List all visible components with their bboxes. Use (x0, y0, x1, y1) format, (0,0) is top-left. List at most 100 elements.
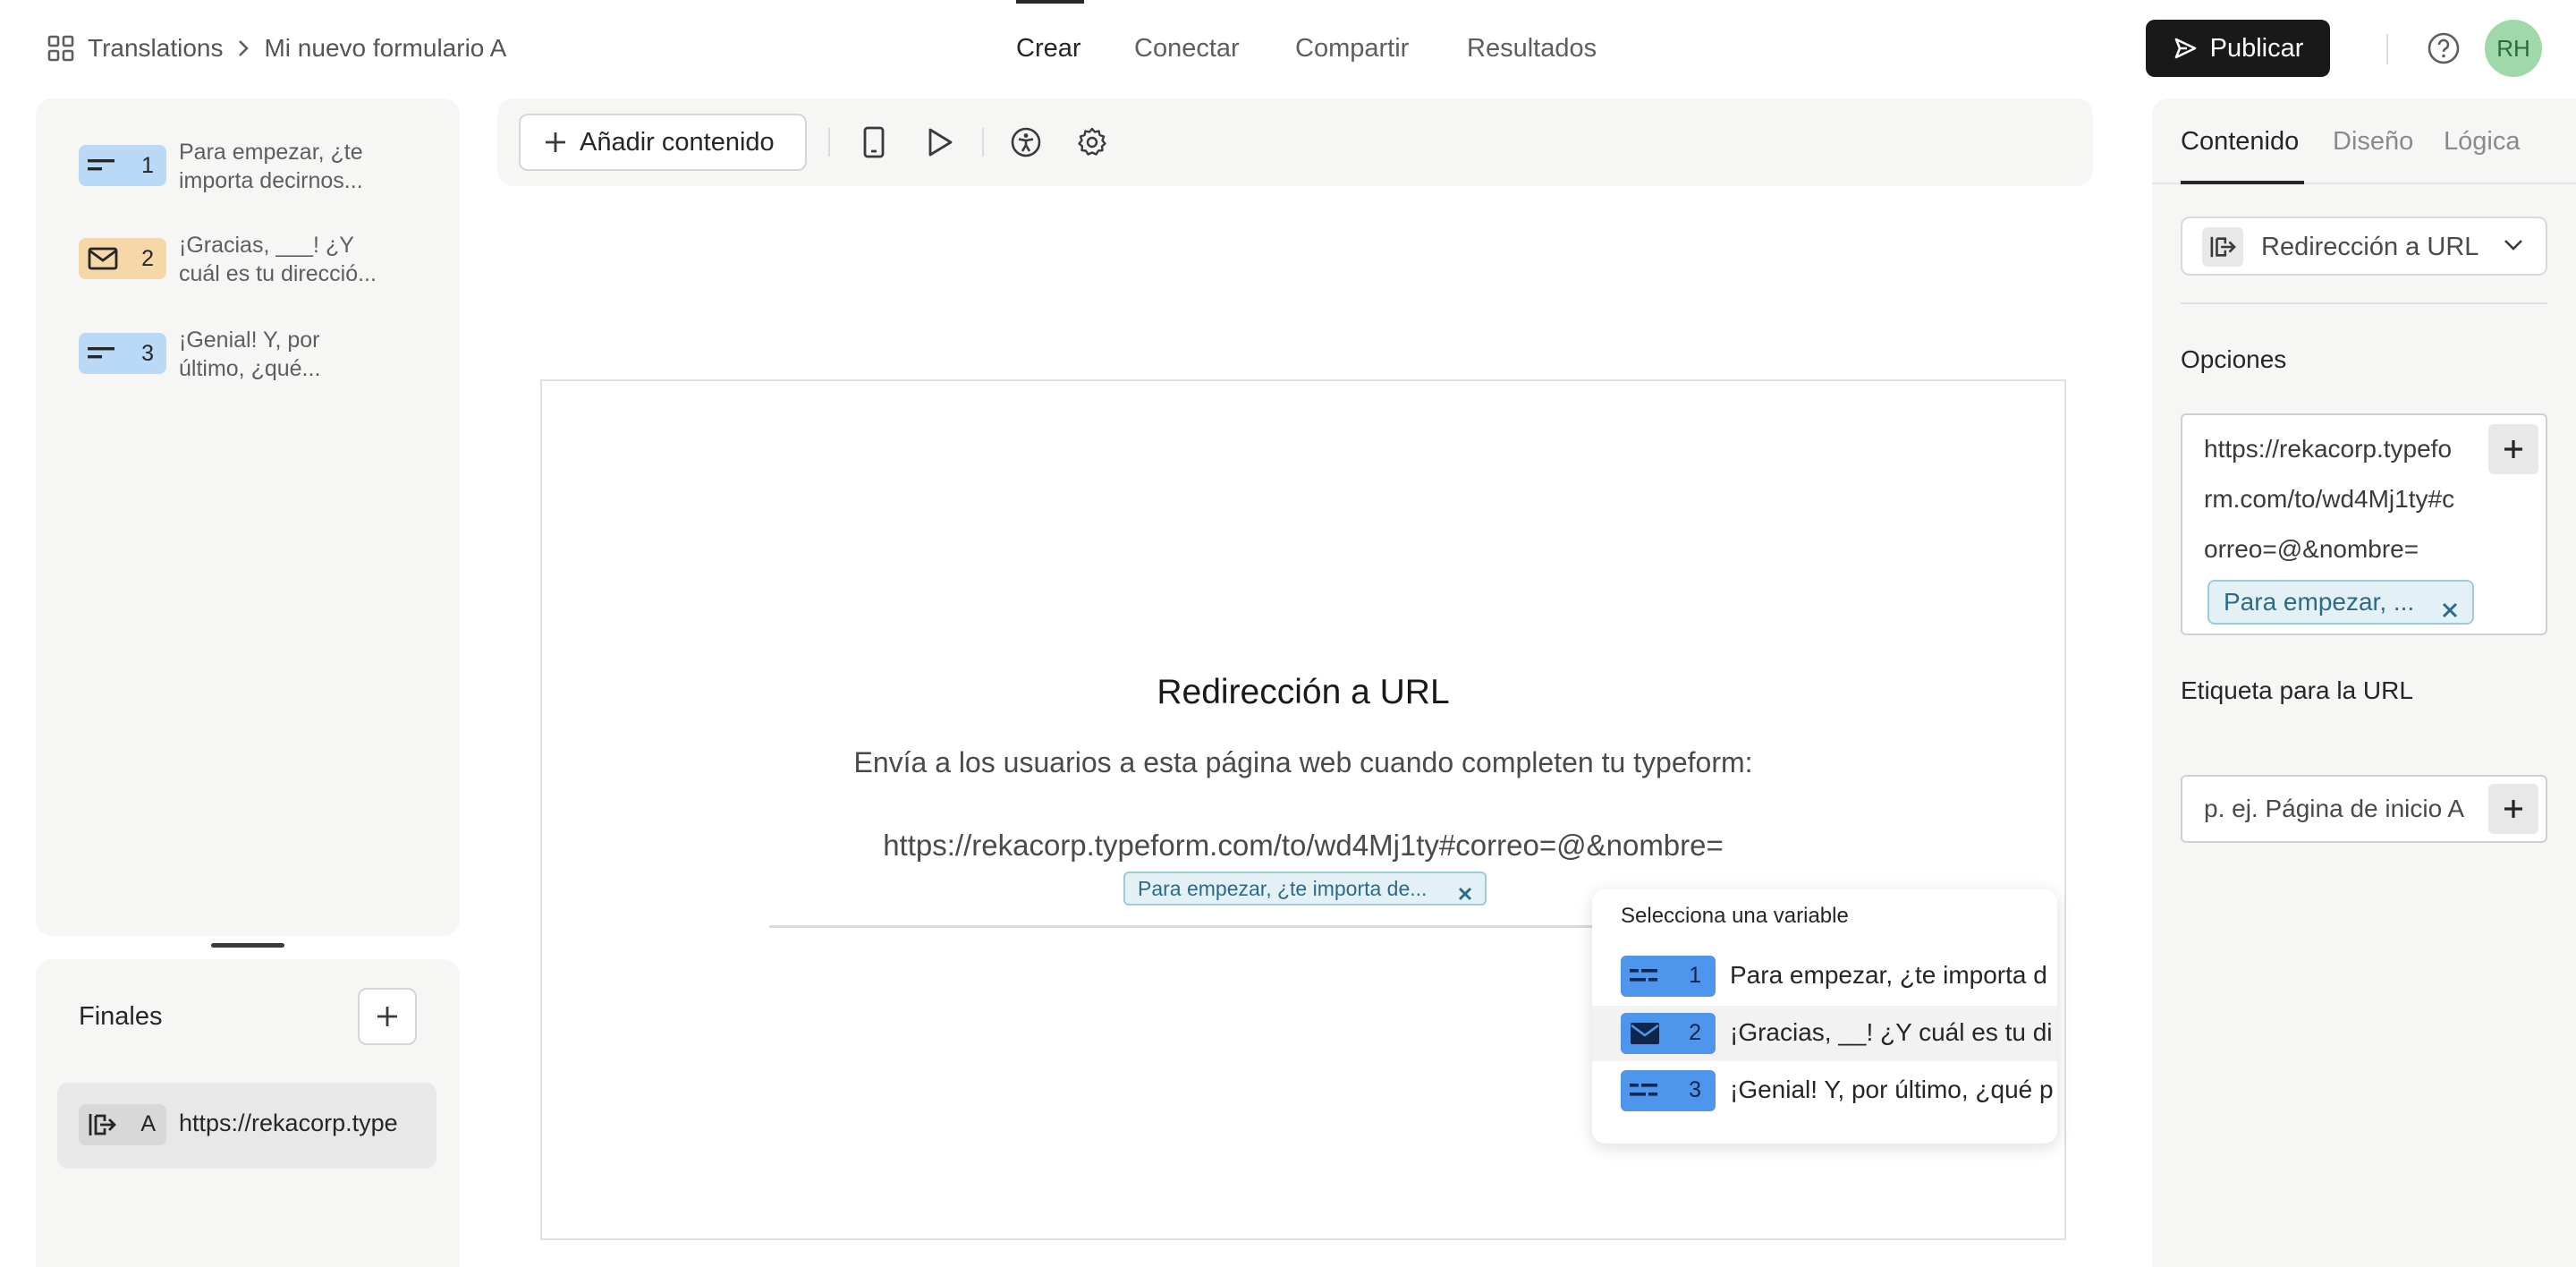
question-item-2[interactable]: 2 ¡Gracias, ___! ¿Y cuál es tu direcció.… (79, 231, 454, 302)
tab-create[interactable]: Crear (1016, 30, 1081, 66)
question-title-line2: importa decirnos... (179, 168, 363, 193)
redirect-icon (2202, 227, 2243, 267)
question-title-line1: ¡Genial! Y, por (179, 327, 320, 353)
breadcrumb-form-name[interactable]: Mi nuevo formulario A (264, 34, 506, 63)
variable-chip[interactable]: Para empezar, ¿te importa de... (1123, 872, 1487, 906)
redirect-icon (88, 1111, 116, 1143)
settings-gear-icon[interactable] (1075, 125, 1109, 159)
ending-description: Envía a los usuarios a esta página web c… (853, 746, 1753, 778)
add-content-label: Añadir contenido (580, 127, 775, 157)
plus-icon (2503, 438, 2524, 460)
tab-logic-label: Lógica (2444, 127, 2521, 156)
tab-logic[interactable]: Lógica (2444, 127, 2520, 157)
question-number: 3 (141, 340, 154, 366)
insert-variable-button[interactable] (2488, 424, 2538, 474)
tab-results[interactable]: Resultados (1467, 30, 1597, 66)
question-title-line2: último, ¿qué... (179, 356, 321, 381)
publish-button[interactable]: Publicar (2146, 20, 2330, 77)
url-field-line: orreo=@&nombre= (2204, 535, 2419, 563)
variable-dropdown-title: Selecciona una variable (1621, 904, 1849, 928)
plus-icon (2503, 798, 2524, 820)
question-title: Para empezar, ¿te importa decirnos... (179, 138, 447, 195)
redirect-url-field[interactable]: https://rekacorp.typefo rm.com/to/wd4Mj1… (2181, 413, 2547, 635)
mobile-preview-icon[interactable] (857, 125, 891, 159)
add-ending-button[interactable] (358, 988, 417, 1045)
question-badge: 3 (79, 333, 166, 374)
tab-results-label: Resultados (1467, 33, 1597, 63)
help-icon[interactable] (2426, 30, 2462, 66)
send-icon (2173, 36, 2198, 61)
ending-type-value: Redirección a URL (2261, 233, 2479, 261)
tab-connect[interactable]: Conectar (1134, 30, 1240, 66)
variable-number: 2 (1689, 1020, 1701, 1045)
multi-line-text-icon (1630, 965, 1658, 992)
tab-content[interactable]: Contenido (2181, 127, 2299, 157)
play-preview-icon[interactable] (923, 125, 957, 159)
variable-option-1[interactable]: 1 Para empezar, ¿te importa d (1592, 948, 2057, 1004)
variable-badge: 2 (1621, 1013, 1716, 1054)
short-text-icon (88, 344, 116, 362)
tab-share[interactable]: Compartir (1295, 30, 1409, 66)
panel-resize-handle[interactable] (211, 943, 284, 948)
question-title-line2: cuál es tu direcció... (179, 261, 377, 286)
variable-chip-label: Para empezar, ¿te importa de... (1138, 876, 1428, 900)
chevron-down-icon (2503, 238, 2524, 257)
variable-dropdown: Selecciona una variable 1 Para empezar, … (1592, 889, 2057, 1144)
user-avatar[interactable]: RH (2485, 20, 2542, 77)
question-number: 2 (141, 245, 154, 271)
section-divider (2181, 302, 2547, 304)
endings-title: Finales (79, 1002, 163, 1031)
close-icon[interactable] (2442, 596, 2458, 625)
short-text-icon (88, 157, 116, 174)
plus-icon (375, 1004, 400, 1029)
question-badge: 1 (79, 145, 166, 186)
email-icon (88, 247, 118, 270)
active-tab-indicator (1016, 0, 1084, 4)
url-variable-chip-label: Para empezar, ... (2224, 588, 2415, 616)
question-title: ¡Genial! Y, por último, ¿qué... (179, 326, 447, 383)
tab-create-label: Crear (1016, 33, 1081, 63)
avatar-initials: RH (2496, 34, 2530, 62)
ending-item-text: https://rekacorp.type (179, 1110, 398, 1136)
variable-option-3[interactable]: 3 ¡Genial! Y, por último, ¿qué p (1592, 1063, 2057, 1118)
header-divider (2386, 34, 2388, 64)
url-field-line: rm.com/to/wd4Mj1ty#c (2204, 485, 2455, 513)
question-title-line1: ¡Gracias, ___! ¿Y (179, 233, 354, 258)
tab-design-label: Diseño (2333, 127, 2414, 156)
question-list-panel (36, 98, 460, 936)
question-title: ¡Gracias, ___! ¿Y cuál es tu direcció... (179, 231, 447, 288)
question-badge: 2 (79, 238, 166, 279)
publish-label: Publicar (2209, 33, 2304, 63)
toolbar-divider (982, 128, 984, 157)
tab-design[interactable]: Diseño (2333, 127, 2413, 157)
variable-number: 1 (1689, 963, 1701, 988)
question-item-3[interactable]: 3 ¡Genial! Y, por último, ¿qué... (79, 326, 454, 397)
active-panel-tab-indicator (2181, 181, 2304, 184)
variable-text: ¡Genial! Y, por último, ¿qué p (1730, 1076, 2054, 1103)
variable-option-2[interactable]: 2 ¡Gracias, __! ¿Y cuál es tu di (1592, 1006, 2057, 1061)
close-icon[interactable] (1458, 882, 1472, 906)
chevron-right-icon (237, 38, 250, 58)
ending-type-select[interactable]: Redirección a URL (2181, 217, 2547, 276)
tab-share-label: Compartir (1295, 33, 1410, 63)
plus-icon (544, 131, 567, 154)
url-variable-chip[interactable]: Para empezar, ... (2207, 580, 2474, 625)
ending-badge: A (79, 1104, 166, 1145)
breadcrumb-workspace[interactable]: Translations (88, 34, 223, 63)
accessibility-icon[interactable] (1009, 125, 1043, 159)
question-title-line1: Para empezar, ¿te (179, 140, 363, 165)
apps-grid-icon[interactable] (47, 34, 75, 63)
add-content-button[interactable]: Añadir contenido (519, 114, 807, 171)
app-root: Translations Mi nuevo formulario A Crear… (0, 0, 2576, 1267)
url-label-field[interactable]: p. ej. Página de inicio A (2181, 775, 2547, 843)
email-icon (1630, 1022, 1660, 1050)
options-label: Opciones (2181, 345, 2287, 373)
url-field-line: https://rekacorp.typefo (2204, 435, 2453, 463)
ending-letter: A (140, 1111, 156, 1136)
insert-label-variable-button[interactable] (2488, 784, 2538, 834)
url-underline (769, 925, 1592, 928)
ending-item-a[interactable]: A https://rekacorp.type (57, 1083, 436, 1169)
redirect-url-text[interactable]: https://rekacorp.typeform.com/to/wd4Mj1t… (540, 829, 2066, 863)
url-label-placeholder: p. ej. Página de inicio A (2204, 795, 2465, 822)
question-item-1[interactable]: 1 Para empezar, ¿te importa decirnos... (79, 138, 454, 209)
